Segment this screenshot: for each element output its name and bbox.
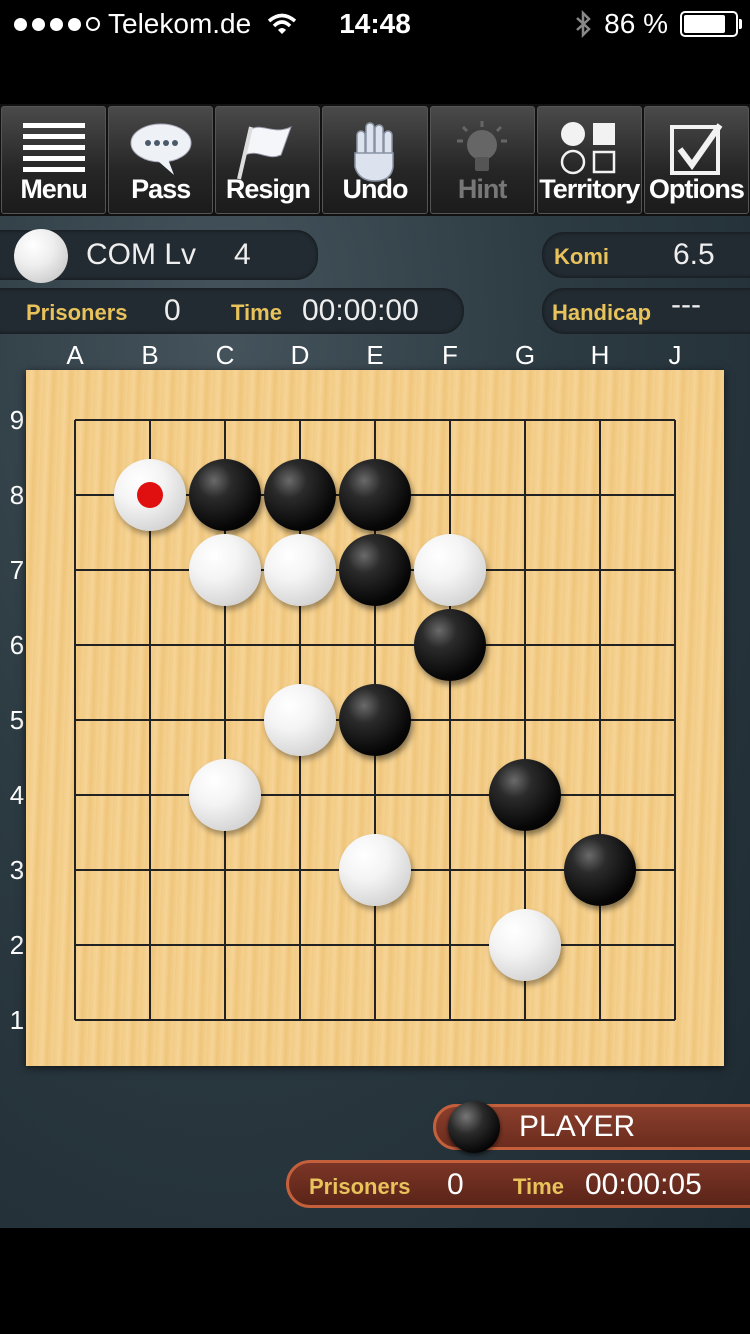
opponent-name: COM Lv [86,238,197,271]
speech-bubble-icon [130,123,192,175]
black-stone [189,459,261,531]
black-stone [339,534,411,606]
shapes-icon [561,122,616,175]
column-label: C [215,340,235,370]
white-stone [114,459,186,531]
column-label: G [514,340,536,370]
battery-percent: 86 % [604,8,668,39]
player-stone-icon [448,1101,500,1153]
last-move-marker [137,482,163,508]
white-stone [264,534,336,606]
player-time-label: Time [513,1174,564,1199]
options-label: Options [648,174,745,204]
status-bar: Telekom.de 14:48 86 % [0,0,750,52]
player-prisoners-value: 0 [447,1168,464,1201]
black-stone [339,459,411,531]
opponent-stone-icon [14,229,68,283]
territory-label: Territory [539,174,640,204]
opponent-panel: COM Lv 4 [0,229,318,283]
black-stone [414,609,486,681]
player-stats-panel: Prisoners 0 Time 00:00:05 [286,1160,750,1208]
white-stone [414,534,486,606]
white-stone [189,759,261,831]
opponent-time-label: Time [231,300,282,325]
player-name: PLAYER [519,1110,636,1143]
toolbar: Menu Pass Resign Undo Hint Territory Opt… [0,104,750,216]
undo-button[interactable]: Undo [322,106,428,214]
options-button[interactable]: Options [643,106,749,214]
player-prisoners-label: Prisoners [309,1174,411,1199]
opponent-prisoners-label: Prisoners [26,300,128,325]
black-stone [264,459,336,531]
opponent-prisoners-value: 0 [164,294,181,327]
pass-label: Pass [131,174,191,204]
player-time-value: 00:00:05 [585,1168,702,1201]
menu-label: Menu [20,174,88,204]
white-stone [189,534,261,606]
undo-label: Undo [342,174,409,204]
opponent-level: 4 [234,238,251,271]
resign-button[interactable]: Resign [215,106,321,214]
white-stone [339,834,411,906]
checkbox-icon [670,123,723,175]
white-stone [489,909,561,981]
menu-icon [22,123,85,172]
battery-icon [680,11,742,37]
black-stone [564,834,636,906]
column-label: D [290,340,310,370]
column-label: E [366,340,384,370]
menu-button[interactable]: Menu [1,106,107,214]
column-label: F [442,340,458,370]
lightbulb-icon [457,121,508,171]
flag-icon [236,126,292,180]
game-screen: Menu Pass Resign Undo Hint Territory Opt… [0,104,750,1228]
player-panel: PLAYER [433,1101,750,1153]
handicap-panel: Handicap --- [542,288,750,334]
komi-value: 6.5 [673,238,715,271]
opponent-stats-panel: Prisoners 0 Time 00:00:00 [0,288,464,334]
bottom-black-bar [0,1228,750,1334]
pass-button[interactable]: Pass [108,106,214,214]
column-label: A [66,340,84,370]
black-stone [489,759,561,831]
komi-panel: Komi 6.5 [542,232,750,278]
hint-button[interactable]: Hint [429,106,535,214]
komi-label: Komi [554,244,609,269]
column-label: B [141,340,159,370]
opponent-time-value: 00:00:00 [302,294,419,327]
bluetooth-icon [576,10,591,38]
handicap-value: --- [671,288,701,321]
resign-label: Resign [225,174,311,204]
territory-button[interactable]: Territory [536,106,642,214]
hint-label: Hint [457,174,507,204]
status-right: 86 % [574,8,742,40]
column-label: J [668,340,682,370]
go-board[interactable] [26,370,724,1066]
black-stone [339,684,411,756]
handicap-label: Handicap [552,300,652,325]
column-label: H [590,340,610,370]
white-stone [264,684,336,756]
